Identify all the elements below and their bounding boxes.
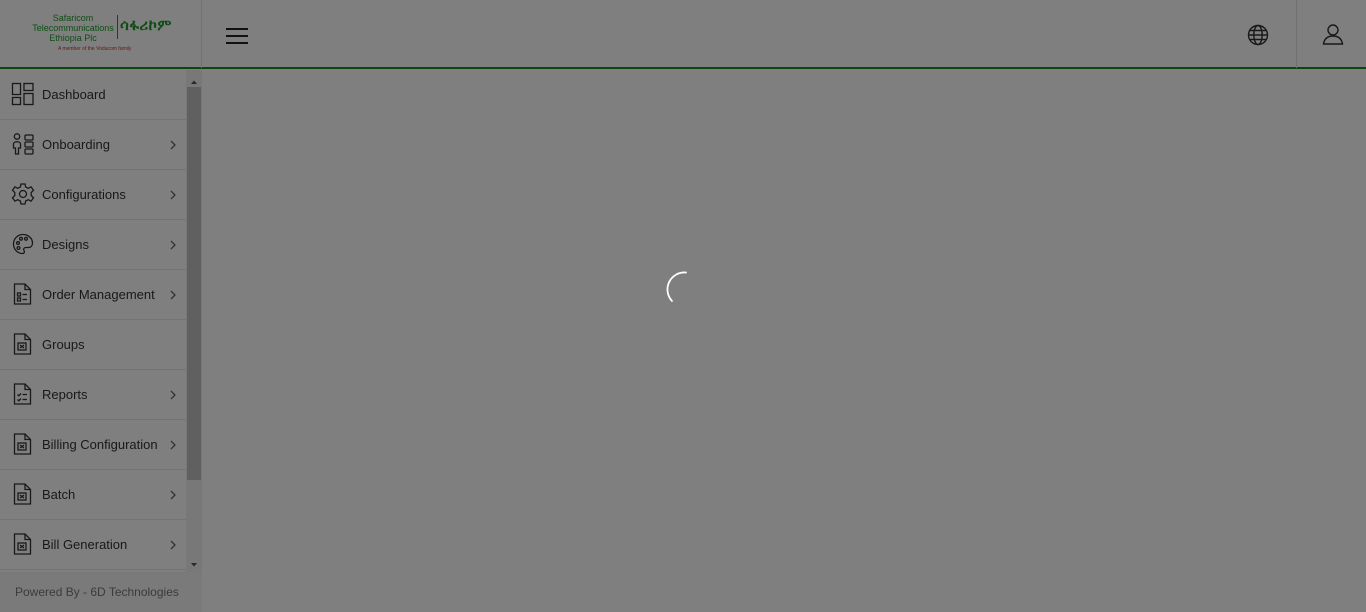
loading-overlay — [0, 0, 1366, 612]
spinner-icon — [662, 270, 702, 310]
